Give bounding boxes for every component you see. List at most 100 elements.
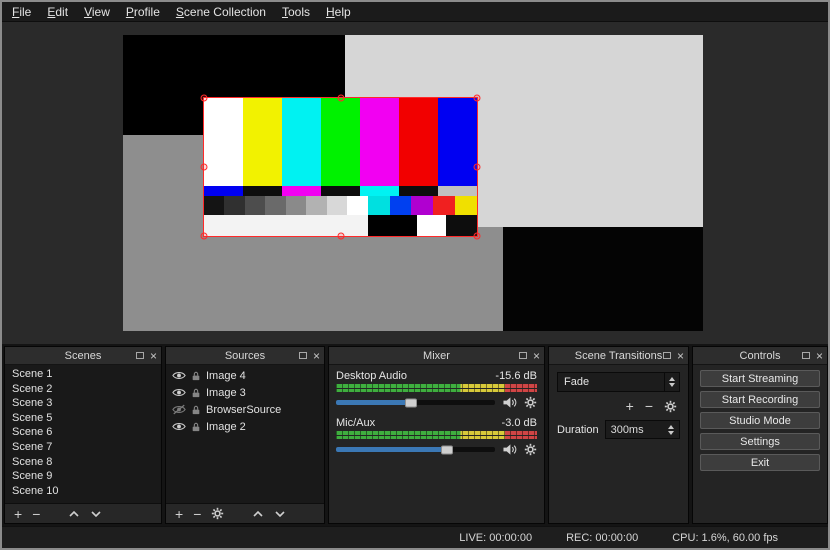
dock-close-icon[interactable]: ×	[533, 350, 540, 362]
volume-slider-handle[interactable]	[441, 445, 453, 454]
visibility-eye-icon[interactable]	[172, 421, 186, 432]
sources-dock-title: Sources	[225, 350, 265, 362]
scene-item[interactable]: Scene 10	[5, 484, 161, 499]
source-name: Image 4	[206, 370, 246, 382]
duration-spinner-icon[interactable]	[668, 425, 674, 435]
duration-value: 300ms	[611, 424, 644, 436]
remove-transition-button[interactable]: −	[645, 399, 653, 413]
video-canvas	[123, 35, 703, 331]
dock-area: Scenes × Scene 1 Scene 2 Scene 3 Scen	[2, 344, 828, 526]
lock-icon[interactable]	[191, 371, 201, 381]
dock-popout-icon[interactable]	[136, 352, 144, 359]
dock-popout-icon[interactable]	[663, 352, 671, 359]
menu-item[interactable]: Edit	[39, 2, 76, 22]
transition-select[interactable]: Fade	[557, 372, 680, 392]
transition-properties-gear-icon[interactable]	[664, 400, 677, 413]
volume-slider[interactable]	[336, 400, 495, 405]
dock-close-icon[interactable]: ×	[677, 350, 684, 362]
scene-item[interactable]: Scene 7	[5, 440, 161, 455]
dock-close-icon[interactable]: ×	[816, 350, 823, 362]
resize-handle-top-right[interactable]	[474, 95, 481, 102]
add-scene-button[interactable]: +	[14, 507, 22, 521]
rainbow-segment	[411, 196, 433, 215]
combo-spinner-icon[interactable]	[664, 373, 679, 391]
scene-down-button[interactable]	[90, 510, 102, 518]
source-properties-gear-icon[interactable]	[211, 507, 224, 520]
resize-handle-mid-left[interactable]	[201, 164, 208, 171]
resize-handle-mid-right[interactable]	[474, 164, 481, 171]
resize-handle-bottom-right[interactable]	[474, 233, 481, 240]
mixer-dock-header[interactable]: Mixer ×	[329, 347, 544, 365]
rainbow-segment	[368, 196, 390, 215]
resize-handle-top-center[interactable]	[337, 95, 344, 102]
menu-item[interactable]: Scene Collection	[168, 2, 274, 22]
selected-source-colorbars[interactable]	[203, 97, 478, 237]
resize-handle-top-left[interactable]	[201, 95, 208, 102]
scene-item[interactable]: Scene 8	[5, 455, 161, 470]
lock-icon[interactable]	[191, 422, 201, 432]
visibility-eye-icon[interactable]	[172, 387, 186, 398]
add-source-button[interactable]: +	[175, 507, 183, 521]
control-button[interactable]: Start Recording	[700, 391, 820, 408]
channel-name: Desktop Audio	[336, 370, 407, 382]
scene-item[interactable]: Scene 5	[5, 411, 161, 426]
dock-popout-icon[interactable]	[519, 352, 527, 359]
source-down-button[interactable]	[274, 510, 286, 518]
sources-dock: Sources ×	[165, 346, 325, 524]
source-item[interactable]: Image 3	[166, 384, 324, 401]
scenes-dock-header[interactable]: Scenes ×	[5, 347, 161, 365]
remove-source-button[interactable]: −	[193, 507, 201, 521]
scene-item[interactable]: Scene 9	[5, 469, 161, 484]
source-up-button[interactable]	[252, 510, 264, 518]
dock-popout-icon[interactable]	[299, 352, 307, 359]
menu-item[interactable]: Tools	[274, 2, 318, 22]
control-button[interactable]: Studio Mode	[700, 412, 820, 429]
dock-close-icon[interactable]: ×	[150, 350, 157, 362]
color-bar	[243, 98, 282, 186]
lock-icon[interactable]	[191, 388, 201, 398]
control-button[interactable]: Exit	[700, 454, 820, 471]
smpte-bottom	[204, 196, 477, 236]
menu-item[interactable]: File	[4, 2, 39, 22]
canvas-region-black-bottom	[503, 227, 703, 331]
controls-dock-header[interactable]: Controls ×	[693, 347, 827, 365]
source-item[interactable]: Image 4	[166, 367, 324, 384]
dock-popout-icon[interactable]	[802, 352, 810, 359]
source-item[interactable]: Image 2	[166, 418, 324, 435]
transitions-dock-header[interactable]: Scene Transitions ×	[549, 347, 688, 365]
patch	[368, 215, 417, 236]
channel-level-db: -3.0 dB	[502, 417, 537, 429]
duration-input[interactable]: 300ms	[605, 420, 680, 439]
scenes-dock: Scenes × Scene 1 Scene 2 Scene 3 Scen	[4, 346, 162, 524]
controls-dock: Controls × Start Streaming Start Recordi…	[692, 346, 828, 524]
scene-item[interactable]: Scene 6	[5, 425, 161, 440]
volume-slider-handle[interactable]	[405, 398, 417, 407]
control-button[interactable]: Settings	[700, 433, 820, 450]
resize-handle-bottom-left[interactable]	[201, 233, 208, 240]
remove-scene-button[interactable]: −	[32, 507, 40, 521]
mixer-channel: Desktop Audio -15.6 dB	[336, 370, 537, 409]
scene-item[interactable]: Scene 1	[5, 367, 161, 382]
visibility-eye-icon[interactable]	[172, 404, 186, 415]
resize-handle-bottom-center[interactable]	[337, 233, 344, 240]
channel-settings-gear-icon[interactable]	[524, 443, 537, 456]
control-button[interactable]: Start Streaming	[700, 370, 820, 387]
visibility-eye-icon[interactable]	[172, 370, 186, 381]
lock-icon[interactable]	[191, 405, 201, 415]
add-transition-button[interactable]: +	[626, 399, 634, 413]
dock-close-icon[interactable]: ×	[313, 350, 320, 362]
strip-segment	[360, 186, 399, 196]
volume-slider[interactable]	[336, 447, 495, 452]
scene-item[interactable]: Scene 3	[5, 396, 161, 411]
sources-dock-header[interactable]: Sources ×	[166, 347, 324, 365]
scene-up-button[interactable]	[68, 510, 80, 518]
channel-settings-gear-icon[interactable]	[524, 396, 537, 409]
speaker-icon[interactable]	[502, 396, 517, 409]
source-item[interactable]: BrowserSource	[166, 401, 324, 418]
menu-item[interactable]: Profile	[118, 2, 168, 22]
patch	[417, 215, 446, 236]
speaker-icon[interactable]	[502, 443, 517, 456]
menu-item[interactable]: View	[76, 2, 118, 22]
menu-item[interactable]: Help	[318, 2, 359, 22]
scene-item[interactable]: Scene 2	[5, 382, 161, 397]
